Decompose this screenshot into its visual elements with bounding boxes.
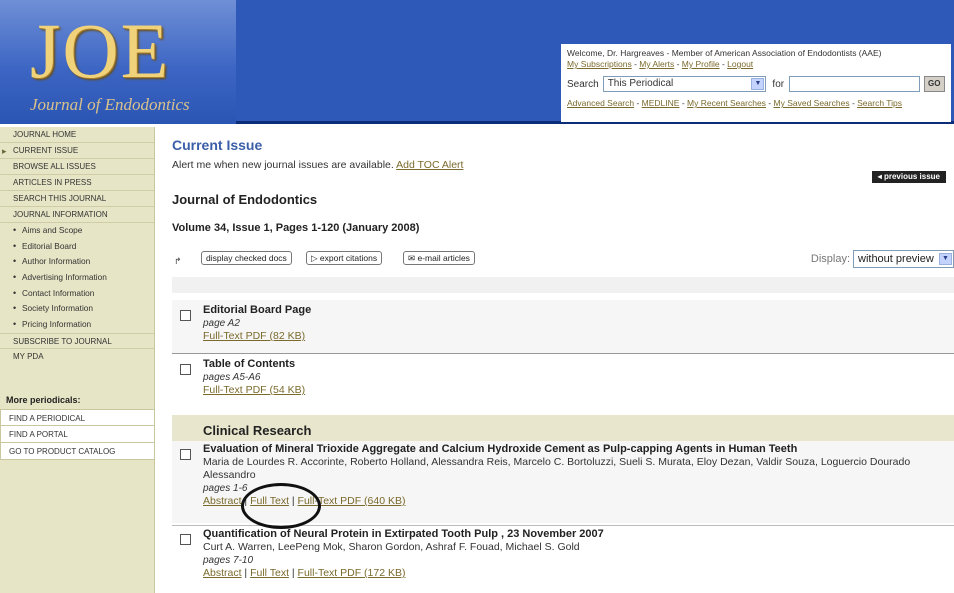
article-title[interactable]: Quantification of Neural Protein in Exti… (203, 528, 945, 541)
sidebar-subitem-advertising-info[interactable]: Advertising Information (0, 270, 154, 286)
email-articles-button[interactable]: ✉ e-mail articles (403, 251, 475, 265)
highlight-circle (241, 483, 321, 529)
display-label: Display: (810, 253, 850, 265)
search-links: Advanced Search - MEDLINE - My Recent Se… (567, 98, 903, 108)
sidebar-item-current-issue[interactable]: CURRENT ISSUE (0, 143, 154, 159)
spacer-band (172, 277, 954, 293)
sidebar-item-search-journal[interactable]: SEARCH THIS JOURNAL (0, 191, 154, 207)
volume-title: Volume 34, Issue 1, Pages 1-120 (January… (172, 222, 420, 234)
full-text-link[interactable]: Full Text (250, 567, 289, 579)
article-checkbox[interactable] (180, 449, 191, 460)
article-authors: Maria de Lourdes R. Accorinte, Roberto H… (203, 456, 911, 481)
chevron-down-icon: ▼ (751, 78, 765, 90)
select-arrow-icon: ↱ (174, 256, 182, 266)
article-checkbox[interactable] (180, 310, 191, 321)
saved-searches-link[interactable]: My Saved Searches (774, 98, 850, 108)
article-pages: page A2 (203, 318, 240, 329)
article-title[interactable]: Table of Contents (203, 358, 305, 371)
sidebar-item-browse-all-issues[interactable]: BROWSE ALL ISSUES (0, 159, 154, 175)
sidebar-item-subscribe[interactable]: SUBSCRIBE TO JOURNAL (0, 332, 154, 349)
article-row: Table of Contents pages A5-A6 Full-Text … (172, 355, 954, 411)
export-label: export citations (319, 253, 378, 263)
more-periodicals-title: More periodicals: (6, 394, 81, 405)
article-body: Editorial Board Page page A2 Full-Text P… (203, 304, 311, 343)
article-checkbox[interactable] (180, 534, 191, 545)
my-subscriptions-link[interactable]: My Subscriptions (567, 59, 632, 69)
sidebar-subitem-contact-info[interactable]: Contact Information (0, 286, 154, 302)
abstract-link[interactable]: Abstract (203, 567, 242, 579)
welcome-text: Welcome, Dr. Hargreaves - Member of Amer… (567, 48, 882, 58)
display-select[interactable]: without preview ▼ (853, 250, 954, 268)
sidebar: JOURNAL HOME CURRENT ISSUE BROWSE ALL IS… (0, 127, 155, 593)
chevron-down-icon: ▼ (939, 253, 952, 265)
sidebar-subitem-aims[interactable]: Aims and Scope (0, 223, 154, 239)
sidebar-item-my-pda[interactable]: MY PDA (0, 349, 154, 365)
medline-link[interactable]: MEDLINE (642, 98, 680, 108)
section-title: Clinical Research (203, 423, 312, 438)
sidebar-item-journal-information[interactable]: JOURNAL INFORMATION (0, 207, 154, 223)
search-scope-value: This Periodical (607, 78, 674, 89)
search-scope-select[interactable]: This Periodical ▼ (602, 76, 767, 92)
alert-line: Alert me when new journal issues are ava… (172, 159, 463, 171)
article-body: Quantification of Neural Protein in Exti… (203, 528, 945, 580)
sidebar-item-articles-in-press[interactable]: ARTICLES IN PRESS (0, 175, 154, 191)
user-links: My Subscriptions - My Alerts - My Profil… (567, 59, 754, 69)
article-row: Quantification of Neural Protein in Exti… (172, 526, 954, 590)
article-authors: Curt A. Warren, LeePeng Mok, Sharon Gord… (203, 541, 580, 553)
display-value: without preview (858, 253, 934, 265)
article-checkbox[interactable] (180, 364, 191, 375)
go-button[interactable]: GO (923, 76, 945, 92)
email-label: e-mail articles (417, 253, 470, 263)
article-title[interactable]: Evaluation of Mineral Trioxide Aggregate… (203, 443, 945, 456)
user-search-panel: Welcome, Dr. Hargreaves - Member of Amer… (561, 44, 951, 122)
sidebar-item-journal-home[interactable]: JOURNAL HOME (0, 127, 154, 143)
full-text-pdf-link[interactable]: Full-Text PDF (172 KB) (298, 567, 406, 579)
sidebar-subitem-editorial-board[interactable]: Editorial Board (0, 239, 154, 255)
mail-icon: ✉ (408, 253, 416, 263)
previous-issue-button[interactable]: ◂ previous issue (871, 171, 946, 183)
search-label: Search (567, 78, 599, 90)
page-title: Current Issue (172, 137, 263, 153)
my-alerts-link[interactable]: My Alerts (639, 59, 674, 69)
search-tips-link[interactable]: Search Tips (857, 98, 902, 108)
my-profile-link[interactable]: My Profile (682, 59, 720, 69)
for-label: for (772, 78, 785, 90)
logout-link[interactable]: Logout (727, 59, 753, 69)
sidebar-subitem-author-info[interactable]: Author Information (0, 254, 154, 270)
site-header: JOE Journal of Endodontics Welcome, Dr. … (0, 0, 954, 124)
divider (172, 353, 954, 354)
article-pages: pages A5-A6 (203, 372, 261, 383)
sidebar-subitem-society-info[interactable]: Society Information (0, 301, 154, 317)
find-periodical-link[interactable]: FIND A PERIODICAL (0, 408, 155, 426)
add-toc-alert-link[interactable]: Add TOC Alert (396, 159, 463, 171)
article-body: Table of Contents pages A5-A6 Full-Text … (203, 358, 305, 397)
journal-logo[interactable]: JOE Journal of Endodontics (0, 0, 236, 124)
full-text-pdf-link[interactable]: Full-Text PDF (82 KB) (203, 330, 305, 342)
logo-subtitle: Journal of Endodontics (30, 95, 190, 114)
export-citations-button[interactable]: ▷ export citations (306, 251, 383, 265)
full-text-pdf-link[interactable]: Full-Text PDF (54 KB) (203, 384, 305, 396)
sidebar-subitem-pricing-info[interactable]: Pricing Information (0, 317, 154, 333)
article-links: Abstract | Full Text | Full-Text PDF (17… (203, 567, 406, 579)
article-pages: pages 7-10 (203, 555, 254, 566)
search-row: Search This Periodical ▼ for GO (567, 76, 945, 92)
logo-text: JOE (30, 7, 171, 94)
advanced-search-link[interactable]: Advanced Search (567, 98, 634, 108)
product-catalog-link[interactable]: GO TO PRODUCT CATALOG (0, 442, 155, 460)
journal-title: Journal of Endodontics (172, 192, 318, 207)
find-portal-link[interactable]: FIND A PORTAL (0, 425, 155, 443)
alert-text: Alert me when new journal issues are ava… (172, 159, 394, 171)
article-toolbar: ↱ display checked docs ▷ export citation… (172, 250, 954, 272)
display-checked-docs-button[interactable]: display checked docs (201, 251, 292, 265)
abstract-link[interactable]: Abstract (203, 495, 242, 507)
search-input[interactable] (789, 76, 920, 92)
article-row: Editorial Board Page page A2 Full-Text P… (172, 300, 954, 353)
article-title[interactable]: Editorial Board Page (203, 304, 311, 317)
export-icon: ▷ (311, 253, 318, 263)
recent-searches-link[interactable]: My Recent Searches (687, 98, 766, 108)
